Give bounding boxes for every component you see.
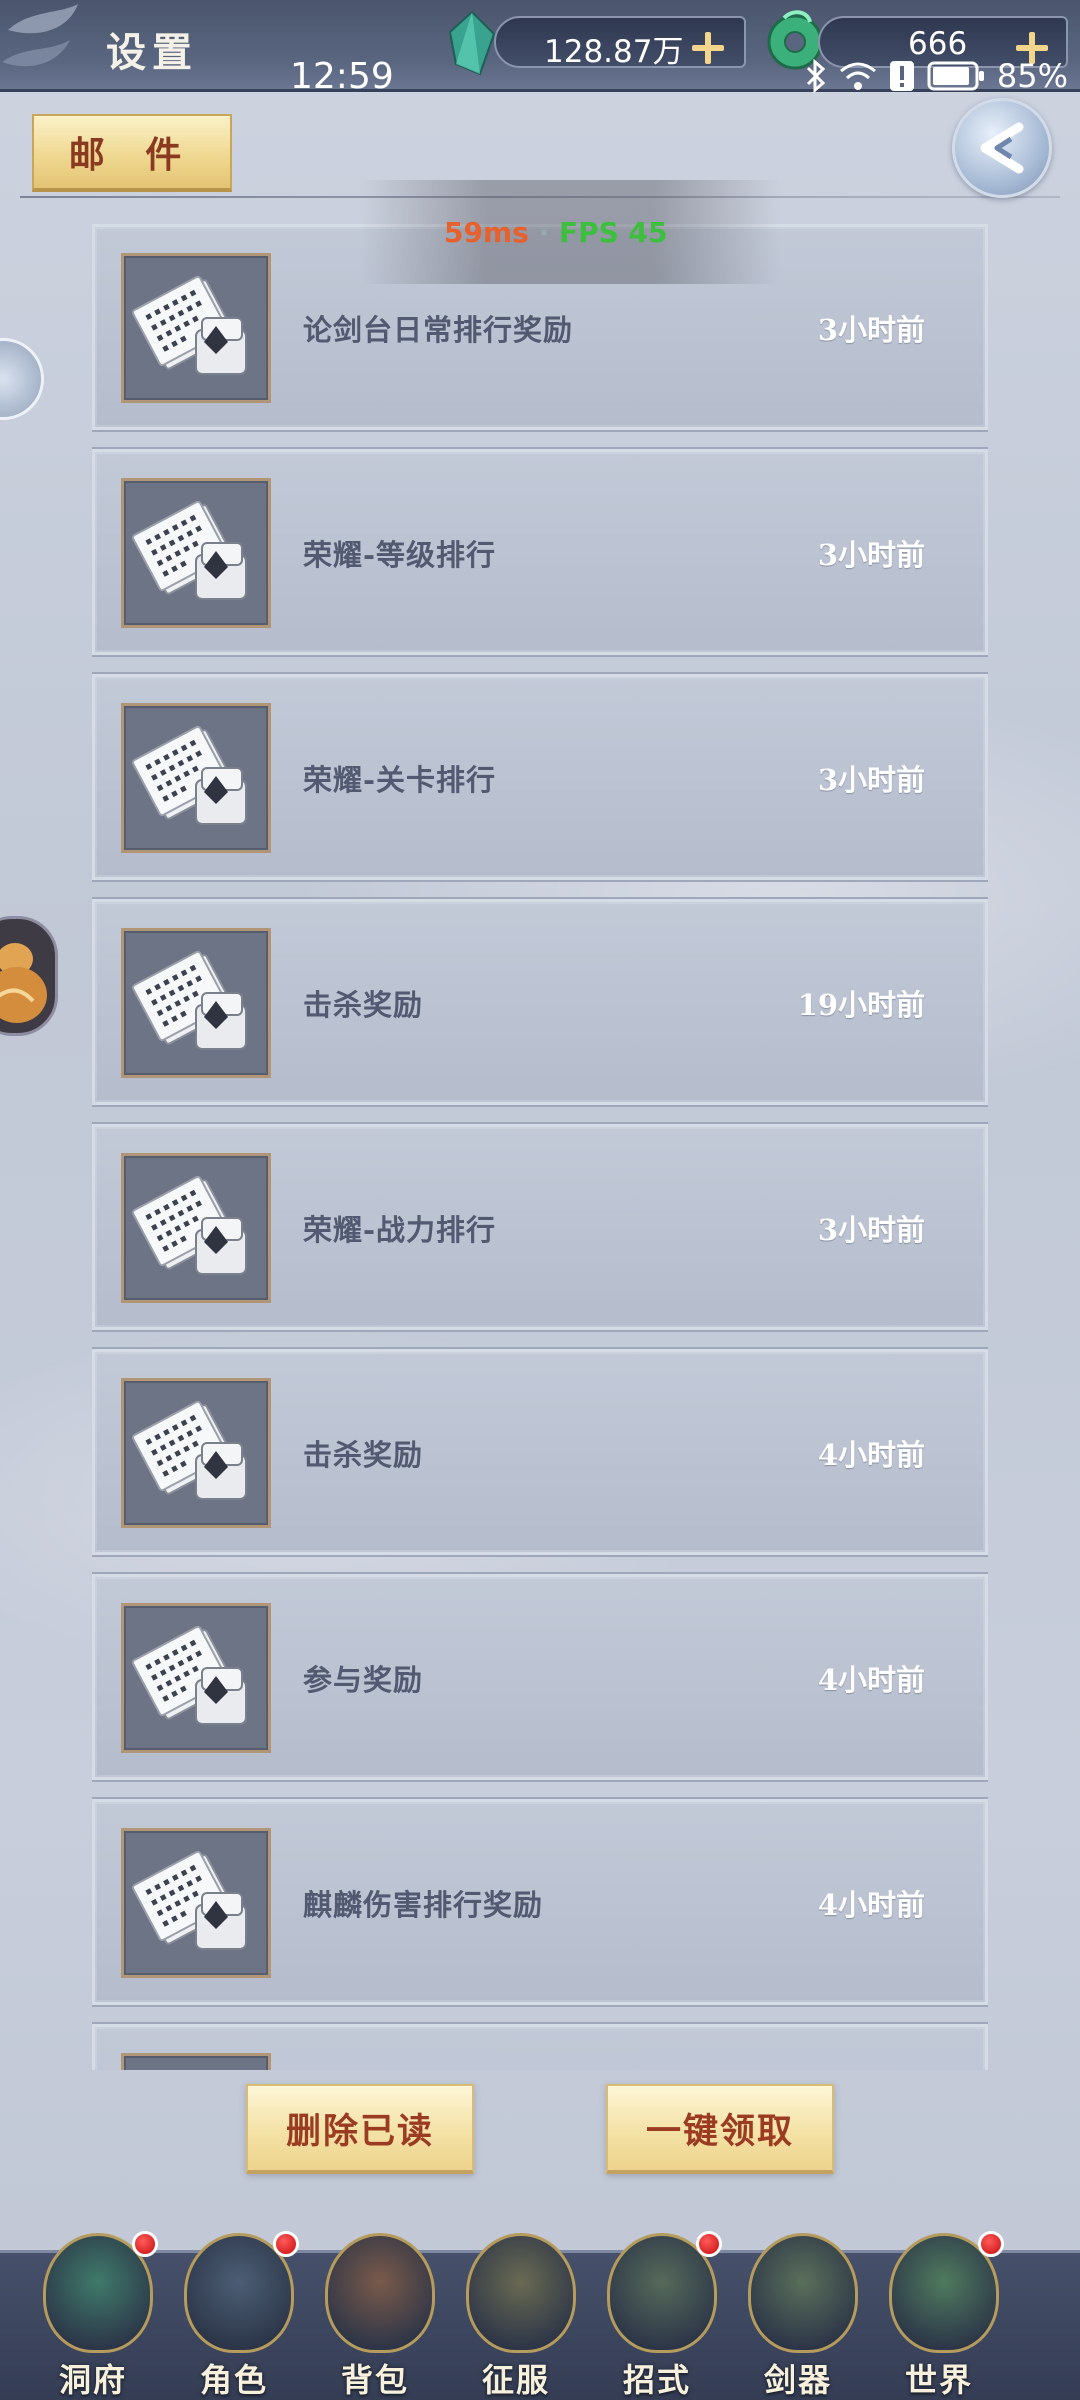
fps-value: FPS 45 bbox=[558, 216, 668, 249]
crystal-icon bbox=[448, 10, 496, 76]
nav-emblem-icon bbox=[748, 2233, 858, 2353]
nav-item[interactable]: 招式 bbox=[592, 2231, 722, 2400]
nav-label: 招式 bbox=[622, 2361, 691, 2399]
mail-item[interactable]: 荣耀-关卡排行 3小时前 bbox=[92, 672, 988, 882]
mail-title: 参与奖励 bbox=[303, 1663, 424, 1697]
mail-scroll-icon bbox=[124, 2056, 274, 2070]
back-arrow-icon bbox=[980, 122, 1024, 174]
mail-item[interactable]: 参与奖励 4小时前 bbox=[92, 1572, 988, 1782]
mail-icon-frame bbox=[121, 703, 271, 853]
mail-item[interactable]: 击杀奖励 19小时前 bbox=[92, 897, 988, 1107]
nav-item[interactable]: 征服 bbox=[451, 2233, 581, 2400]
nav-label: 世界 bbox=[904, 2361, 973, 2399]
mail-item[interactable]: 荣耀-战力排行 3小时前 bbox=[92, 1122, 988, 1332]
mail-icon-frame bbox=[121, 2053, 271, 2070]
currency-value-crystal: 128.87万 bbox=[544, 34, 684, 70]
nav-label: 征服 bbox=[481, 2361, 550, 2399]
alert-icon bbox=[889, 61, 914, 91]
mail-title: 论剑台日常排行奖励 bbox=[303, 313, 574, 347]
mail-icon-frame bbox=[121, 1828, 271, 1978]
mail-time: 3小时前 bbox=[817, 1213, 925, 1247]
mail-time: 19小时前 bbox=[797, 988, 925, 1022]
sleep-zz-button[interactable] bbox=[0, 338, 44, 420]
nav-emblem-icon bbox=[466, 2233, 576, 2353]
nav-label: 角色 bbox=[199, 2361, 268, 2399]
mail-scroll-icon bbox=[131, 725, 247, 825]
notification-badge bbox=[696, 2231, 722, 2257]
status-time: 12:59 bbox=[290, 56, 394, 97]
mail-item[interactable]: 击杀奖励 4小时前 bbox=[92, 1347, 988, 1557]
back-button[interactable] bbox=[952, 98, 1052, 198]
mail-icon-frame bbox=[121, 253, 271, 403]
mail-screen: 设置 12:59 128.87万 666 85% 邮 件 论剑台日常排行奖励 3… bbox=[0, 0, 1080, 2400]
mail-icon-frame bbox=[121, 1153, 271, 1303]
mail-scroll-icon bbox=[131, 1175, 247, 1275]
mail-time: 3小时前 bbox=[817, 763, 925, 797]
nav-label: 剑器 bbox=[763, 2361, 832, 2399]
notification-badge bbox=[978, 2231, 1004, 2257]
top-bar: 设置 12:59 128.87万 666 85% bbox=[0, 0, 1080, 97]
mail-title: 击杀奖励 bbox=[303, 1438, 424, 1472]
mail-time: 4小时前 bbox=[817, 1663, 925, 1697]
wifi-icon bbox=[839, 62, 876, 90]
perf-readout: 59ms · FPS 45 bbox=[444, 216, 667, 249]
leaf-ornament-icon bbox=[2, 4, 78, 67]
notification-badge bbox=[132, 2231, 158, 2257]
nav-item[interactable]: 角色 bbox=[169, 2231, 299, 2400]
notification-badge bbox=[273, 2231, 299, 2257]
mail-scroll-icon bbox=[131, 275, 247, 375]
mail-time: 4小时前 bbox=[817, 1888, 925, 1922]
bottom-nav: 洞府 角色 背包 征服 招式 剑器 世界 bbox=[0, 2231, 1080, 2400]
status-icons: 85% bbox=[805, 57, 1068, 95]
gourd-icon bbox=[0, 943, 47, 1023]
perf-separator: · bbox=[538, 216, 550, 249]
currency-value-jade: 666 bbox=[908, 26, 968, 62]
delete-read-button[interactable]: 删除已读 bbox=[246, 2084, 474, 2174]
mail-scroll-icon bbox=[131, 1625, 247, 1725]
mail-title: 麒麟伤害排行奖励 bbox=[303, 1888, 544, 1922]
mail-scroll-icon bbox=[131, 1850, 247, 1950]
nav-item[interactable]: 世界 bbox=[874, 2231, 1004, 2400]
battery-percent: 85% bbox=[996, 57, 1068, 95]
mail-scroll-icon bbox=[131, 1400, 247, 1500]
mail-item[interactable]: 荣耀-等级排行 3小时前 bbox=[92, 447, 988, 657]
bluetooth-icon bbox=[806, 59, 826, 93]
mail-icon-frame bbox=[121, 928, 271, 1078]
currency-pill-crystal: 128.87万 bbox=[494, 16, 746, 70]
nav-label: 洞府 bbox=[58, 2361, 127, 2399]
mail-icon-frame bbox=[121, 1603, 271, 1753]
mail-icon-frame bbox=[121, 478, 271, 628]
ping-value: 59ms bbox=[444, 216, 529, 249]
nav-item[interactable]: 背包 bbox=[310, 2233, 440, 2400]
nav-item[interactable]: 洞府 bbox=[28, 2231, 158, 2400]
claim-all-button[interactable]: 一键领取 bbox=[606, 2084, 834, 2174]
tab-mail[interactable]: 邮 件 bbox=[32, 114, 232, 192]
page-title: 设置 bbox=[106, 29, 198, 76]
nav-emblem-icon bbox=[325, 2233, 435, 2353]
mail-list[interactable]: 论剑台日常排行奖励 3小时前 荣耀-等级排行 3小时前 荣耀-关卡排行 3小时前 bbox=[92, 224, 988, 2070]
mail-scroll-icon bbox=[131, 500, 247, 600]
mail-item[interactable] bbox=[92, 2022, 988, 2070]
mail-time: 4小时前 bbox=[817, 1438, 925, 1472]
nav-label: 背包 bbox=[340, 2361, 409, 2399]
mail-time: 3小时前 bbox=[817, 538, 925, 572]
mail-item[interactable]: 麒麟伤害排行奖励 4小时前 bbox=[92, 1797, 988, 2007]
mail-scroll-icon bbox=[131, 950, 247, 1050]
battery-icon bbox=[927, 61, 984, 91]
gourd-button[interactable] bbox=[0, 916, 58, 1036]
mail-icon-frame bbox=[121, 1378, 271, 1528]
mail-title: 击杀奖励 bbox=[303, 988, 424, 1022]
mail-title: 荣耀-关卡排行 bbox=[303, 763, 497, 797]
mail-title: 荣耀-战力排行 bbox=[303, 1213, 497, 1247]
nav-item[interactable]: 剑器 bbox=[733, 2233, 863, 2400]
mail-title: 荣耀-等级排行 bbox=[303, 538, 497, 572]
mail-time: 3小时前 bbox=[817, 313, 925, 347]
add-crystal-plus-icon[interactable] bbox=[692, 32, 724, 64]
